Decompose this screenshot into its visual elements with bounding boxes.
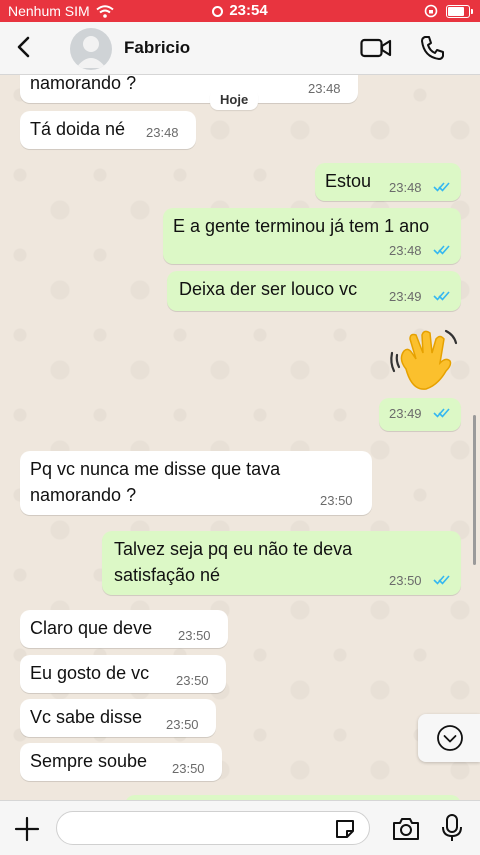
message-bubble-incoming[interactable]: Sempre soube 23:50 — [20, 743, 222, 781]
double-check-icon — [433, 244, 451, 256]
date-chip: Hoje — [210, 89, 259, 110]
clock-time: 23:54 — [229, 2, 268, 19]
message-bubble-incoming[interactable]: Pq vc nunca me disse que tava namorando … — [20, 451, 372, 515]
message-bubble-incoming[interactable]: Vc sabe disse 23:50 — [20, 699, 216, 737]
battery-icon — [446, 4, 473, 18]
message-bubble-outgoing[interactable]: E a gente terminou já tem 1 ano 23:48 — [163, 208, 461, 264]
battery-fill — [448, 6, 465, 16]
message-time: 23:48 — [146, 125, 179, 140]
message-time: 23:50 — [172, 761, 205, 776]
double-check-icon — [433, 290, 451, 302]
message-text: Eu gosto de vc — [30, 663, 150, 683]
message-bubble-incoming[interactable]: namorando ? 23:48 — [20, 75, 358, 103]
scrollbar[interactable] — [473, 415, 476, 565]
message-time: 23:50 — [176, 673, 209, 688]
message-input[interactable] — [56, 811, 370, 845]
plus-icon[interactable] — [14, 816, 40, 842]
chevron-down-icon — [436, 724, 464, 752]
message-bubble-incoming[interactable]: Tá doida né 23:48 — [20, 111, 196, 149]
mic-icon[interactable] — [440, 813, 464, 843]
recording-indicator-icon — [212, 5, 224, 17]
message-bubble-outgoing[interactable]: Talvez seja pq eu não te deva satisfação… — [102, 531, 461, 595]
message-time: 23:49 — [389, 406, 422, 421]
message-time: 23:48 — [389, 180, 422, 195]
message-text: Vc sabe disse — [30, 707, 143, 727]
message-time: 23:49 — [389, 289, 422, 304]
double-check-icon — [433, 407, 451, 419]
message-time: 23:48 — [389, 243, 422, 258]
status-right — [424, 4, 473, 18]
double-check-icon — [433, 181, 451, 193]
phone-icon[interactable] — [418, 34, 446, 62]
message-time: 23:50 — [178, 628, 211, 643]
video-call-icon[interactable] — [360, 35, 392, 61]
message-time: 23:50 — [166, 717, 199, 732]
avatar[interactable] — [70, 28, 112, 70]
message-list[interactable]: namorando ? 23:48 Hoje Tá doida né 23:48… — [0, 75, 480, 800]
message-text: Pq vc nunca me disse que tava namorando … — [30, 459, 281, 505]
message-bubble-outgoing[interactable]: 23:49 — [379, 398, 461, 431]
double-check-icon — [433, 574, 451, 586]
message-text: Claro que deve — [30, 618, 153, 638]
message-text: namorando ? — [30, 75, 137, 93]
message-text: Tá doida né — [30, 119, 126, 139]
message-bubble-outgoing[interactable]: Estou 23:48 — [315, 163, 461, 201]
message-text: Estou — [325, 171, 372, 191]
waving-hand-emoji[interactable] — [386, 323, 460, 397]
back-icon[interactable] — [12, 35, 36, 59]
rotation-lock-icon — [424, 4, 438, 18]
scroll-to-bottom-button[interactable] — [418, 714, 480, 762]
message-time: 23:48 — [308, 81, 341, 96]
message-text: Sempre soube — [30, 751, 148, 771]
message-text: E a gente terminou já tem 1 ano — [173, 216, 430, 236]
message-time: 23:50 — [320, 493, 353, 508]
input-bar — [0, 800, 480, 855]
status-clock: 23:54 — [0, 2, 480, 19]
status-bar: Nenhum SIM 23:54 — [0, 0, 480, 22]
message-bubble-outgoing[interactable]: Deixa der ser louco vc 23:49 — [167, 271, 461, 311]
message-time: 23:50 — [389, 573, 422, 588]
message-text: Talvez seja pq eu não te deva satisfação… — [114, 539, 353, 585]
message-bubble-incoming[interactable]: Claro que deve 23:50 — [20, 610, 228, 648]
sticker-icon[interactable] — [334, 818, 356, 840]
message-bubble-incoming[interactable]: Eu gosto de vc 23:50 — [20, 655, 226, 693]
message-text: Deixa der ser louco vc — [179, 279, 358, 299]
chat-header: Fabricio — [0, 22, 480, 75]
contact-name[interactable]: Fabricio — [124, 38, 190, 58]
camera-icon[interactable] — [391, 816, 421, 842]
